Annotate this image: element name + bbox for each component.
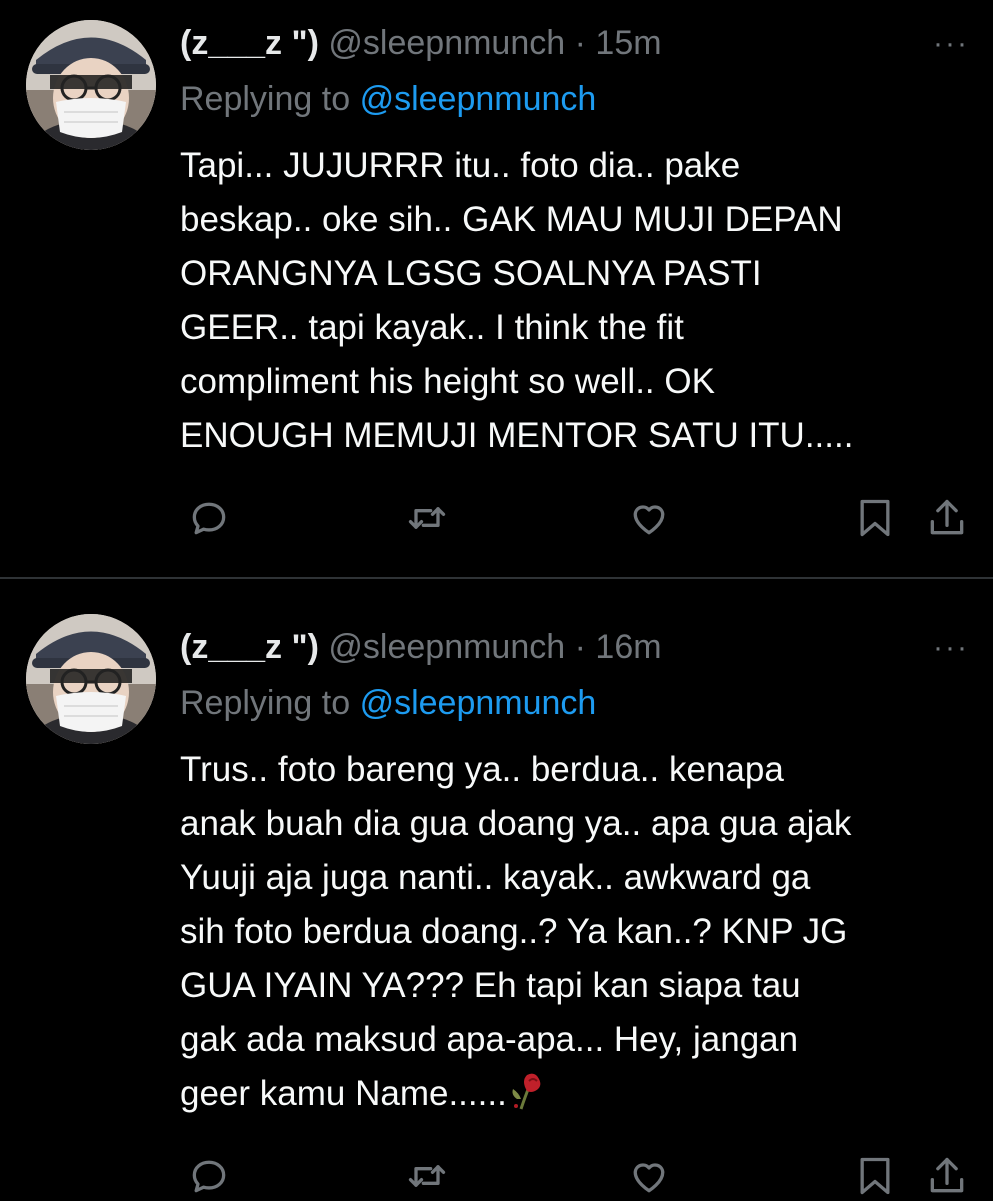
separator-dot: · [574,24,586,62]
tweet-header: (z___z ") @sleepnmunch · 15m [180,22,662,64]
display-name[interactable]: (z___z ") [180,24,319,62]
replying-to-label: Replying to [180,684,351,722]
replying-to-handle[interactable]: @sleepnmunch [360,684,597,722]
share-button[interactable] [922,493,972,543]
retweet-button[interactable] [402,1151,452,1201]
retweet-icon [408,507,446,529]
tweet-header: (z___z ") @sleepnmunch · 16m [180,626,662,668]
more-options-button[interactable]: ··· [933,633,969,663]
display-name[interactable]: (z___z ") [180,628,319,666]
replying-to-handle[interactable]: @sleepnmunch [360,80,597,118]
share-icon [930,499,964,535]
tweet-text: Trus.. foto bareng ya.. berdua.. kenapa … [180,743,970,1127]
share-icon [930,1157,964,1193]
tweet-divider [0,577,993,579]
tweet-1[interactable]: (z___z ") @sleepnmunch · 15m ··· Replyin… [0,0,993,578]
user-handle[interactable]: @sleepnmunch [328,628,565,666]
user-handle[interactable]: @sleepnmunch [328,24,565,62]
avatar[interactable] [26,614,156,744]
wilted-rose-emoji [507,1069,547,1127]
retweet-button[interactable] [402,493,452,543]
share-button[interactable] [922,1151,972,1201]
replying-to: Replying to @sleepnmunch [180,78,596,120]
bookmark-icon [860,1157,890,1195]
timestamp[interactable]: 16m [595,628,661,666]
tweet-text-content: Trus.. foto bareng ya.. berdua.. kenapa … [180,750,852,1113]
tweet-text: Tapi... JUJURRR itu.. foto dia.. pake be… [180,146,854,455]
bookmark-button[interactable] [850,493,900,543]
replying-to: Replying to @sleepnmunch [180,682,596,724]
tweet-2[interactable]: (z___z ") @sleepnmunch · 16m ··· Replyin… [0,580,993,1200]
reply-icon [192,502,226,535]
tweet-actions [0,1151,993,1201]
separator-dot: · [574,628,586,666]
replying-to-label: Replying to [180,80,351,118]
more-options-button[interactable]: ··· [933,29,969,59]
like-icon [633,1163,665,1193]
tweet-actions [0,493,993,543]
reply-button[interactable] [184,493,234,543]
reply-icon [192,1160,226,1193]
like-icon [633,505,665,535]
like-button[interactable] [624,1151,674,1201]
like-button[interactable] [624,493,674,543]
reply-button[interactable] [184,1151,234,1201]
retweet-icon [408,1165,446,1187]
bookmark-button[interactable] [850,1151,900,1201]
bookmark-icon [860,499,890,537]
timestamp[interactable]: 15m [595,24,661,62]
avatar[interactable] [26,20,156,150]
